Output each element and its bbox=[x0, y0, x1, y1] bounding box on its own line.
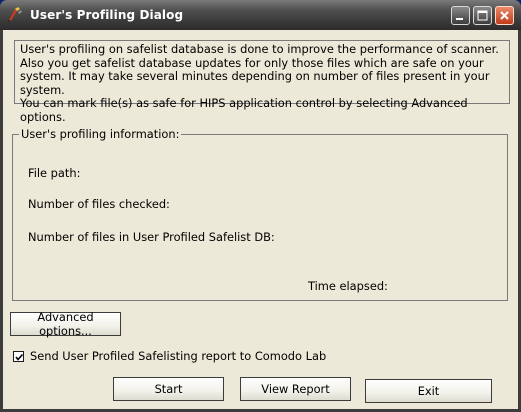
files-checked-label: Number of files checked: bbox=[28, 197, 170, 211]
info-description: User's profiling on safelist database is… bbox=[20, 42, 499, 97]
maximize-button[interactable] bbox=[473, 6, 492, 25]
minimize-button[interactable] bbox=[451, 6, 470, 25]
dialog-window: User's Profiling Dialog User's profiling… bbox=[0, 0, 521, 412]
send-report-checkbox[interactable] bbox=[13, 350, 24, 362]
info-text-box: User's profiling on safelist database is… bbox=[14, 40, 510, 124]
profiling-info-group: User's profiling information: File path:… bbox=[12, 127, 508, 301]
close-icon bbox=[500, 11, 509, 20]
title-bar[interactable]: User's Profiling Dialog bbox=[0, 0, 521, 30]
time-elapsed-label: Time elapsed: bbox=[308, 279, 388, 293]
exit-button[interactable]: Exit bbox=[365, 379, 492, 403]
send-report-label: Send User Profiled Safelisting report to… bbox=[30, 349, 327, 363]
window-title: User's Profiling Dialog bbox=[30, 8, 184, 22]
checkmark-icon bbox=[15, 353, 24, 361]
view-report-button[interactable]: View Report bbox=[240, 377, 351, 401]
send-report-option[interactable]: Send User Profiled Safelisting report to… bbox=[13, 349, 326, 363]
file-path-label: File path: bbox=[28, 166, 81, 180]
close-button[interactable] bbox=[495, 6, 514, 25]
advanced-options-button[interactable]: Advanced options... bbox=[10, 310, 121, 338]
start-button[interactable]: Start bbox=[113, 377, 224, 401]
info-advanced-hint: You can mark file(s) as safe for HIPS ap… bbox=[20, 96, 468, 124]
maximize-icon bbox=[477, 10, 488, 21]
files-in-db-label: Number of files in User Profiled Safelis… bbox=[28, 230, 275, 244]
profiling-info-group-title: User's profiling information: bbox=[19, 127, 182, 141]
minimize-icon bbox=[456, 18, 463, 20]
comodo-app-icon bbox=[8, 7, 22, 22]
dialog-client-area: User's profiling on safelist database is… bbox=[3, 30, 518, 409]
